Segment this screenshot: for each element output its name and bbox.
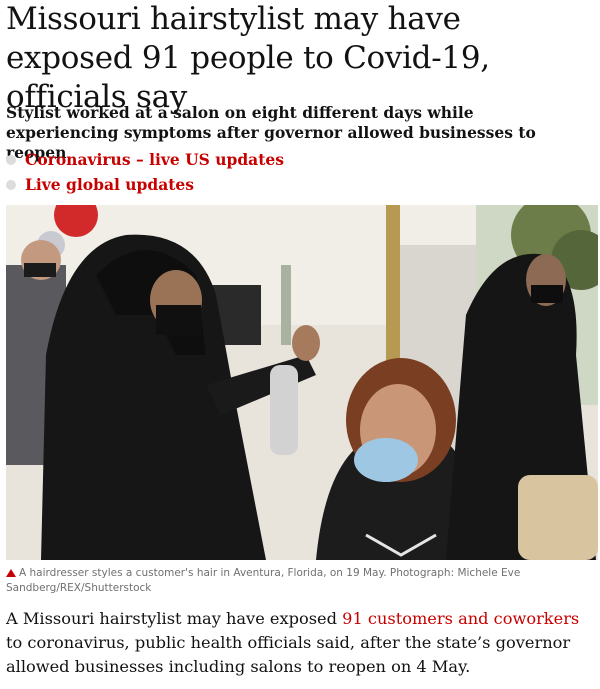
body-inline-link[interactable]: 91 customers and coworkers bbox=[342, 609, 579, 628]
related-link-label[interactable]: Coronavirus – live US updates bbox=[25, 150, 284, 169]
caption-triangle-icon bbox=[6, 569, 16, 577]
article-photo bbox=[6, 205, 598, 560]
article-page: Missouri hairstylist may have exposed 91… bbox=[0, 0, 600, 689]
article-body: A Missouri hairstylist may have exposed … bbox=[6, 607, 591, 679]
related-link-live-us[interactable]: Coronavirus – live US updates bbox=[6, 147, 586, 172]
bullet-icon bbox=[6, 179, 16, 190]
related-links: Coronavirus – live US updates Live globa… bbox=[6, 147, 586, 197]
headline: Missouri hairstylist may have exposed 91… bbox=[6, 1, 490, 115]
bullet-icon bbox=[6, 154, 16, 165]
body-text-end: to coronavirus, public health officials … bbox=[6, 633, 571, 676]
photo-caption: A hairdresser styles a customer's hair i… bbox=[6, 566, 591, 596]
caption-text: A hairdresser styles a customer's hair i… bbox=[6, 567, 521, 594]
body-text-start: A Missouri hairstylist may have exposed bbox=[6, 609, 343, 628]
related-link-live-global[interactable]: Live global updates bbox=[6, 172, 586, 197]
salon-photo-illustration bbox=[6, 205, 598, 560]
related-link-label[interactable]: Live global updates bbox=[25, 175, 194, 194]
